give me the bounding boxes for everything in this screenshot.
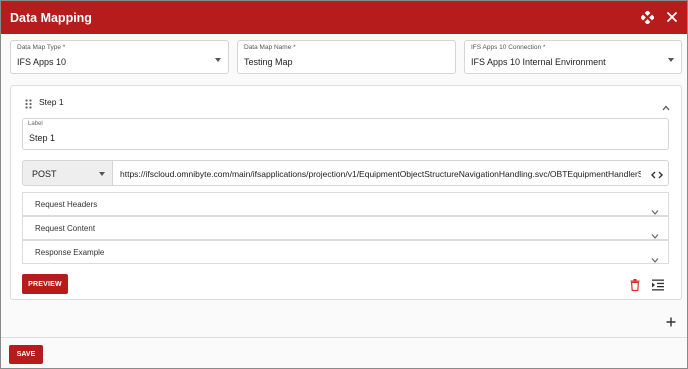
connection-select[interactable]: IFS Apps 10 Connection * IFS Apps 10 Int… (464, 40, 682, 74)
add-step-icon[interactable] (666, 314, 676, 327)
data-mapping-dialog: Data Mapping Data Map Type * IFS Apps 10… (0, 0, 688, 369)
connection-value: IFS Apps 10 Internal Environment (471, 57, 606, 67)
step-label-field[interactable]: Label Step 1 (22, 118, 669, 150)
dialog-title: Data Mapping (10, 10, 92, 25)
close-icon[interactable] (665, 10, 679, 24)
data-map-name-label: Data Map Name * (244, 44, 296, 51)
caret-down-icon (215, 58, 221, 62)
step-title: Step 1 (39, 97, 64, 107)
section-label: Response Example (35, 248, 105, 257)
drag-move-icon[interactable] (640, 10, 654, 24)
url-input[interactable]: https://ifscloud.omnibyte.com/main/ifsap… (113, 160, 669, 186)
request-content-section[interactable]: Request Content (22, 216, 669, 240)
data-map-name-field[interactable]: Data Map Name * Testing Map (237, 40, 456, 74)
chevron-down-icon (651, 226, 659, 239)
indent-icon[interactable] (652, 278, 664, 291)
step-card: Step 1 Label Step 1 POST https://ifsclou… (10, 85, 682, 300)
preview-button[interactable]: PREVIEW (22, 274, 68, 294)
step-label-value: Step 1 (29, 133, 56, 143)
data-map-type-select[interactable]: Data Map Type * IFS Apps 10 (10, 40, 229, 74)
caret-down-icon (668, 58, 674, 62)
section-label: Request Headers (35, 200, 98, 209)
data-map-type-value: IFS Apps 10 (17, 57, 67, 67)
data-map-type-label: Data Map Type * (17, 44, 66, 51)
drag-handle-icon[interactable] (25, 96, 32, 109)
footer-divider (1, 337, 687, 338)
dialog-header: Data Mapping (1, 1, 687, 34)
http-method-select[interactable]: POST (22, 160, 113, 186)
step-label-caption: Label (28, 121, 43, 127)
http-method-value: POST (32, 169, 57, 179)
chevron-down-icon (651, 250, 659, 263)
delete-icon[interactable] (630, 278, 640, 292)
caret-down-icon (99, 172, 105, 176)
request-headers-section[interactable]: Request Headers (22, 192, 669, 216)
connection-label: IFS Apps 10 Connection * (471, 44, 546, 51)
data-map-name-value: Testing Map (244, 57, 293, 67)
code-icon[interactable] (651, 168, 663, 180)
save-button[interactable]: SAVE (9, 345, 43, 364)
chevron-up-icon[interactable] (662, 98, 670, 111)
section-label: Request Content (35, 224, 96, 233)
response-example-section[interactable]: Response Example (22, 240, 669, 264)
url-value: https://ifscloud.omnibyte.com/main/ifsap… (120, 169, 641, 179)
chevron-down-icon (651, 202, 659, 215)
